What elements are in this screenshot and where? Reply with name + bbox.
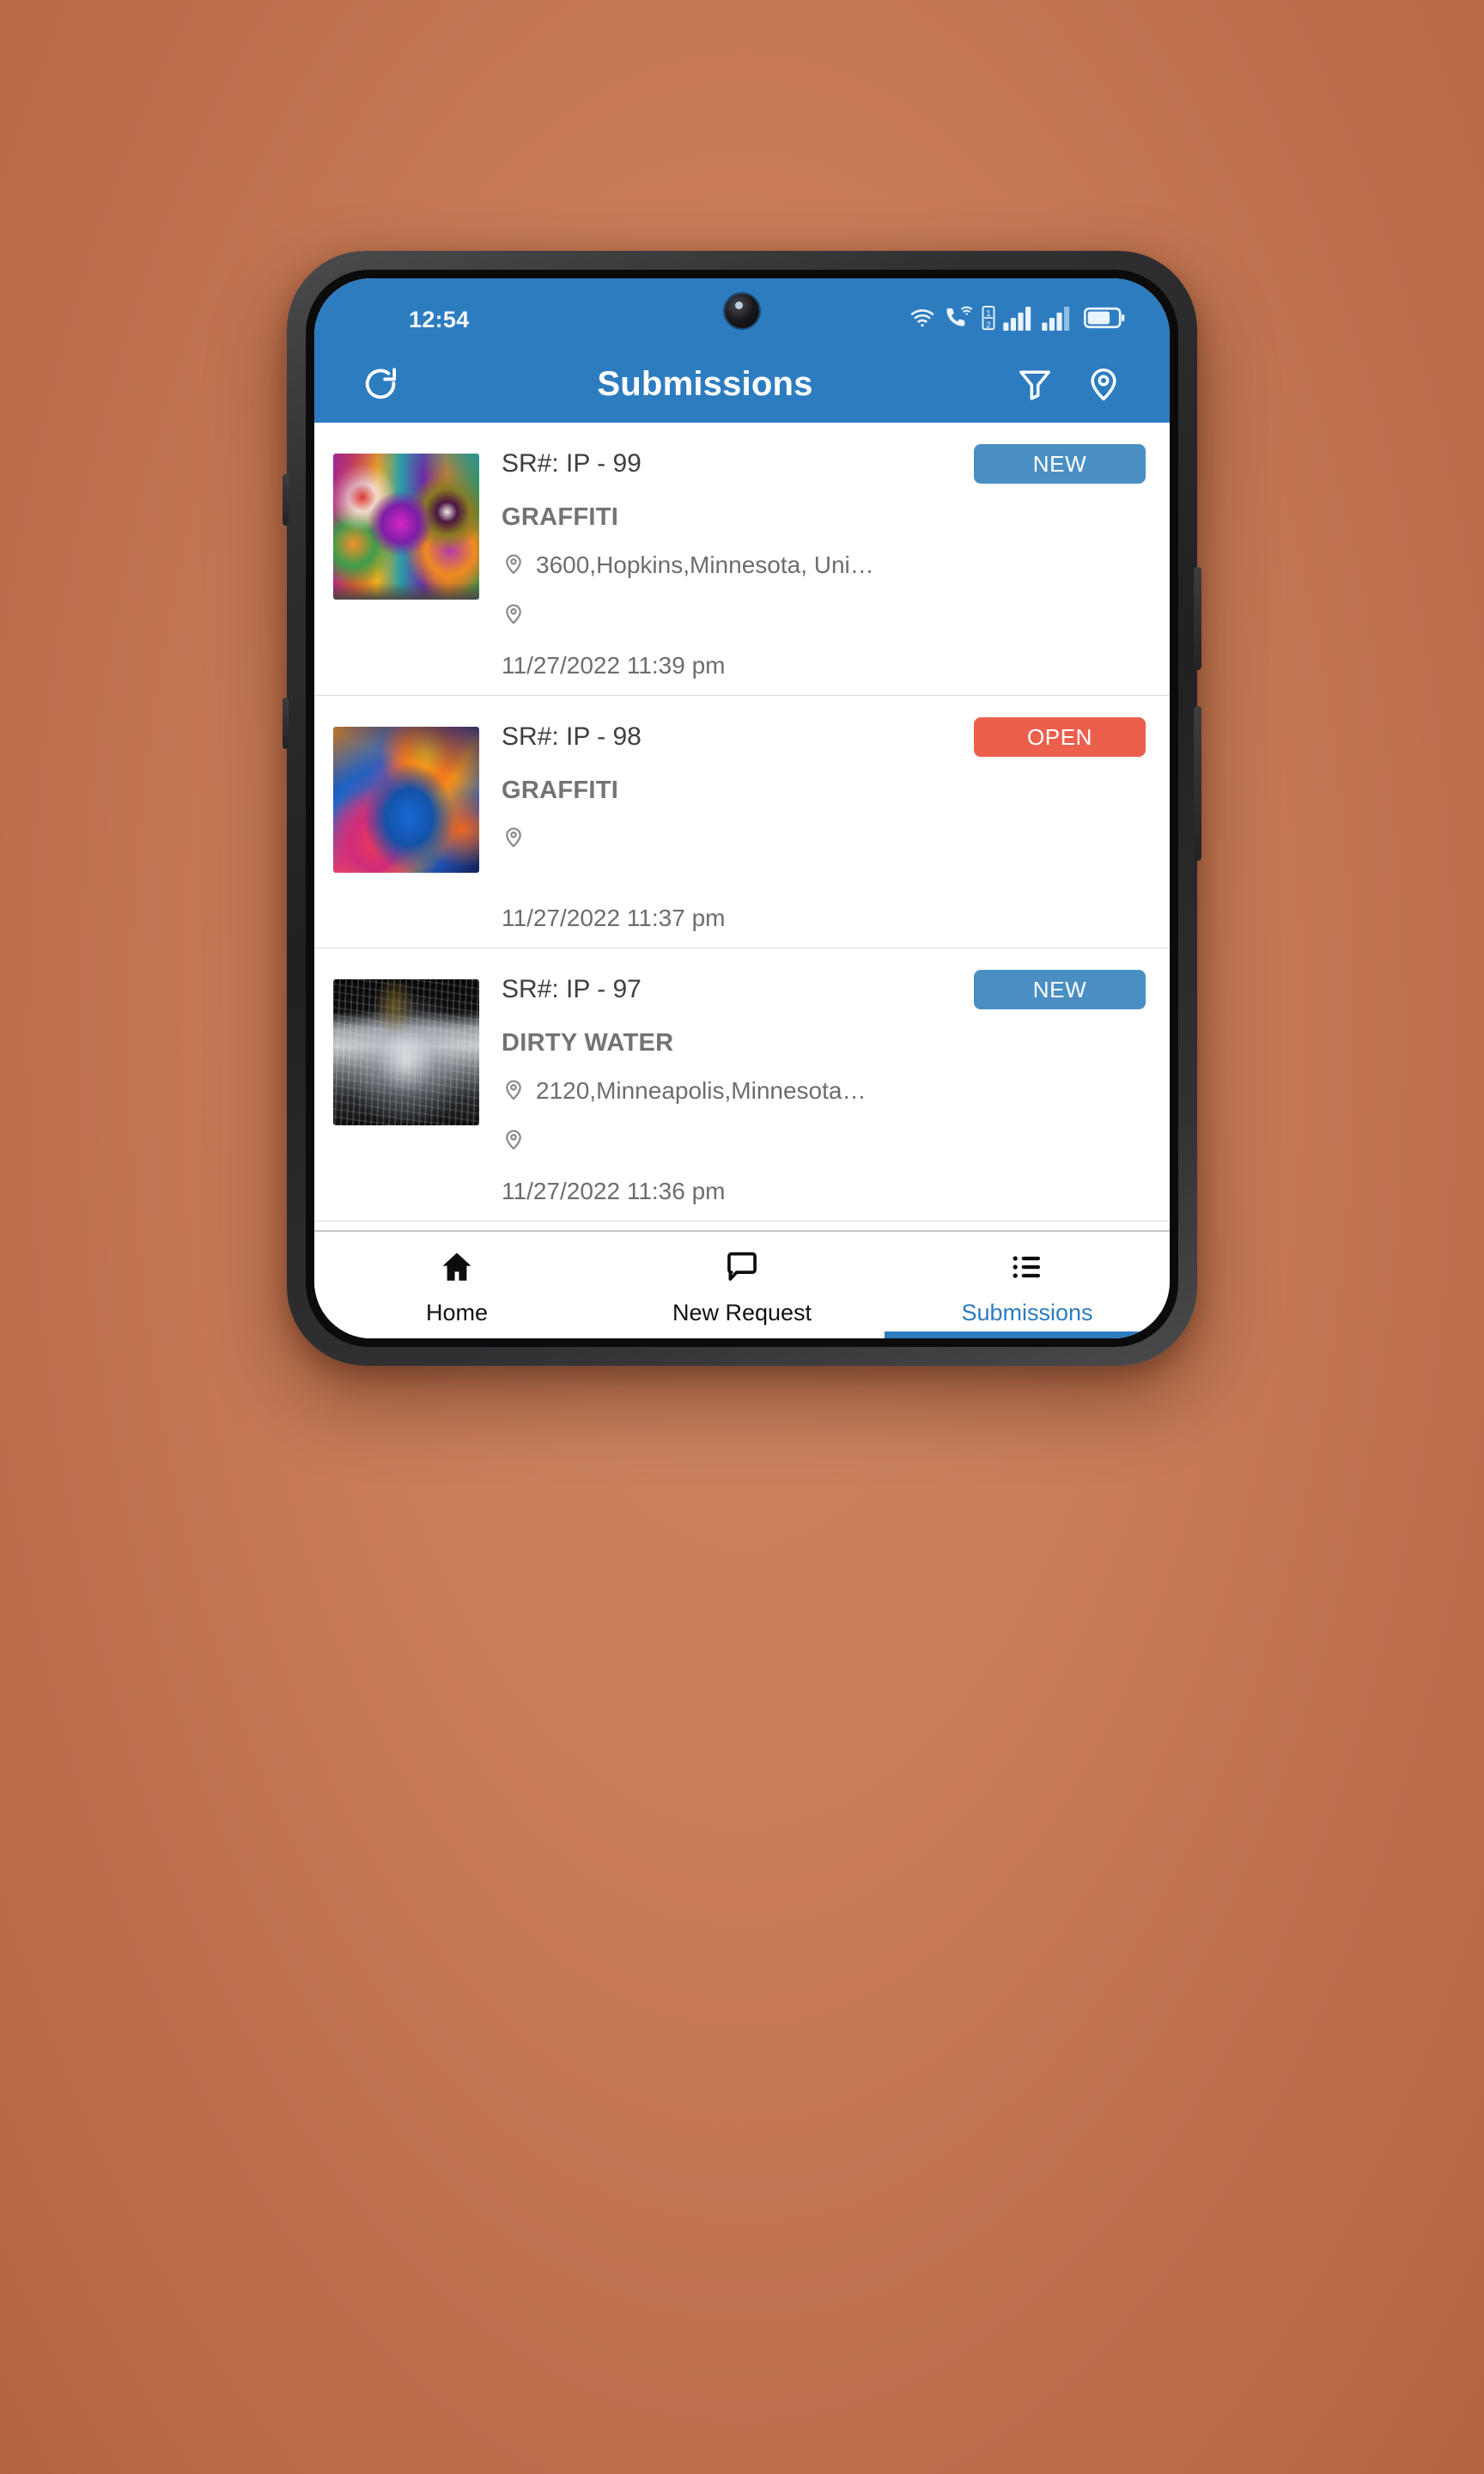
nav-label-submissions: Submissions xyxy=(961,1300,1093,1325)
submission-card[interactable]: SR#: IP - 99 NEW GRAFFITI 3600,Hopkins,M… xyxy=(314,423,1170,696)
app-bar: Submissions xyxy=(314,345,1170,423)
nav-label-new-request: New Request xyxy=(672,1300,812,1325)
submission-details: SR#: IP - 98 OPEN GRAFFITI 11/27/2022 11… xyxy=(479,715,1146,932)
page-title: Submissions xyxy=(597,364,813,403)
filter-icon[interactable] xyxy=(1007,356,1063,412)
submissions-list[interactable]: SR#: IP - 99 NEW GRAFFITI 3600,Hopkins,M… xyxy=(314,423,1170,1230)
submission-sr-number: SR#: IP - 99 xyxy=(502,449,642,478)
submission-date: 11/27/2022 11:37 pm xyxy=(502,905,726,931)
status-badge[interactable]: OPEN xyxy=(974,717,1146,757)
submission-address: 2120,Minneapolis,Minnesota… xyxy=(536,1077,867,1104)
bottom-navigation: Home New Request Submissions xyxy=(314,1230,1170,1338)
status-badge[interactable]: NEW xyxy=(974,970,1146,1009)
location-pin-icon xyxy=(502,601,526,630)
submission-card[interactable]: SR#: IP - 96 NEW GRAFFITI 12015, xyxy=(314,1222,1170,1230)
submission-card[interactable]: SR#: IP - 98 OPEN GRAFFITI 11/27/2022 11… xyxy=(314,696,1170,948)
chat-bubble-icon xyxy=(724,1249,760,1289)
submission-header: SR#: IP - 99 NEW xyxy=(502,442,1146,486)
location-pin-icon xyxy=(502,1127,526,1155)
list-icon xyxy=(1009,1249,1045,1289)
power-button[interactable] xyxy=(1194,567,1201,670)
submission-header: SR#: IP - 98 OPEN xyxy=(502,715,1146,759)
nav-item-new-request[interactable]: New Request xyxy=(599,1232,885,1338)
refresh-icon[interactable] xyxy=(352,356,409,412)
submission-details: SR#: IP - 97 NEW DIRTY WATER 2120,Minnea… xyxy=(479,967,1146,1205)
status-bar: 12:54 1 2 xyxy=(314,278,1170,345)
volume-button[interactable] xyxy=(1194,706,1201,861)
submission-card[interactable]: SR#: IP - 97 NEW DIRTY WATER 2120,Minnea… xyxy=(314,948,1170,1222)
submission-details: SR#: IP - 99 NEW GRAFFITI 3600,Hopkins,M… xyxy=(479,442,1146,679)
location-pin-icon xyxy=(502,1077,526,1106)
location-pin-icon xyxy=(502,551,526,580)
submission-address: 3600,Hopkins,Minnesota, Uni… xyxy=(536,551,874,578)
signal-bars-sim2-icon xyxy=(1042,305,1073,335)
submission-category: GRAFFITI xyxy=(502,503,619,531)
phone-device-frame: 12:54 1 2 Submissions SR#: IP - 99 NEW G… xyxy=(283,251,1201,1366)
front-camera-punch-hole xyxy=(725,294,759,328)
svg-text:2: 2 xyxy=(986,320,991,330)
submission-address-row: 3600,Hopkins,Minnesota, Uni… xyxy=(502,549,1146,582)
submission-address-row xyxy=(502,822,1146,855)
submission-date: 11/27/2022 11:39 pm xyxy=(502,652,726,679)
nav-item-home[interactable]: Home xyxy=(314,1232,599,1338)
nav-item-submissions[interactable]: Submissions xyxy=(885,1232,1170,1338)
map-pin-icon[interactable] xyxy=(1075,356,1132,412)
battery-icon xyxy=(1083,305,1125,335)
submission-address-row: 2120,Minneapolis,Minnesota… xyxy=(502,1075,1146,1107)
phone-screen: 12:54 1 2 Submissions SR#: IP - 99 NEW G… xyxy=(314,278,1170,1338)
location-pin-icon xyxy=(502,825,526,853)
left-side-button-lower[interactable] xyxy=(283,698,289,749)
status-bar-icons: 1 2 xyxy=(908,305,1125,335)
wifi-icon xyxy=(908,305,937,335)
status-bar-clock: 12:54 xyxy=(409,306,470,332)
submission-sr-number: SR#: IP - 98 xyxy=(502,722,642,751)
submission-category: DIRTY WATER xyxy=(502,1029,674,1057)
submission-thumbnail[interactable] xyxy=(333,979,479,1125)
submission-thumbnail[interactable] xyxy=(333,454,479,600)
left-side-button-upper[interactable] xyxy=(283,474,289,526)
status-badge[interactable]: NEW xyxy=(974,444,1146,484)
home-icon xyxy=(439,1249,475,1289)
vowifi-call-icon xyxy=(945,305,974,335)
submission-thumbnail[interactable] xyxy=(333,727,479,873)
submission-date: 11/27/2022 11:36 pm xyxy=(502,1178,726,1204)
submission-header: SR#: IP - 97 NEW xyxy=(502,967,1146,1012)
phone-bezel: 12:54 1 2 Submissions SR#: IP - 99 NEW G… xyxy=(306,270,1178,1347)
svg-text:1: 1 xyxy=(986,308,991,318)
submission-category: GRAFFITI xyxy=(502,777,619,804)
submission-address-row-secondary xyxy=(502,1124,1146,1157)
submission-address-row-secondary xyxy=(502,599,1146,631)
active-tab-indicator xyxy=(885,1331,1170,1338)
dual-sim-indicator: 1 2 xyxy=(982,305,995,335)
nav-label-home: Home xyxy=(425,1300,489,1325)
submission-sr-number: SR#: IP - 97 xyxy=(502,975,642,1003)
signal-bars-sim1-icon xyxy=(1003,305,1034,335)
